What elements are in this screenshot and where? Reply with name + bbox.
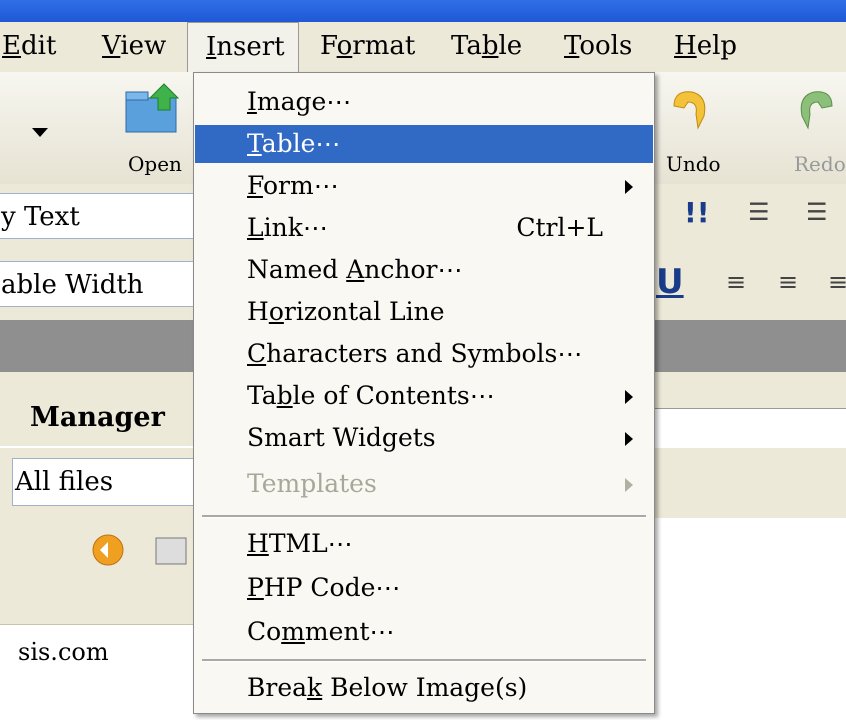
menu-item-break-below-images[interactable]: Break Below Image(s) <box>195 669 653 707</box>
chevron-down-icon[interactable] <box>32 128 48 137</box>
submenu-arrow-icon <box>625 432 633 446</box>
menu-item-table[interactable]: Table⋯ <box>195 125 653 163</box>
open-label: Open <box>128 152 182 176</box>
redo-label: Redo <box>794 152 846 176</box>
menu-item-form[interactable]: Form⋯ <box>195 167 653 205</box>
editor-ruler <box>650 408 846 452</box>
menu-separator <box>202 659 646 662</box>
undo-arrow-icon <box>673 91 706 130</box>
menu-item-smart-widgets[interactable]: Smart Widgets <box>195 419 653 457</box>
undo-label: Undo <box>666 152 721 176</box>
underline-icon[interactable]: U <box>656 262 684 302</box>
menu-item-horizontal-line[interactable]: Horizontal Line <box>195 293 653 331</box>
menu-item-named-anchor[interactable]: Named Anchor⋯ <box>195 251 653 289</box>
menu-item-php-code[interactable]: PHP Code⋯ <box>195 569 653 607</box>
submenu-arrow-icon <box>625 478 633 492</box>
menu-tools[interactable]: Tools <box>556 22 640 72</box>
open-button[interactable]: Open <box>112 76 194 182</box>
file-manager-title: Manager <box>0 390 200 446</box>
submenu-arrow-icon <box>625 180 633 194</box>
menu-item-table-of-contents[interactable]: Table of Contents⋯ <box>195 377 653 415</box>
refresh-icon[interactable] <box>88 530 128 570</box>
menu-item-image[interactable]: Image⋯ <box>195 83 653 121</box>
align-center-icon[interactable]: ≡ <box>778 268 798 296</box>
redo-button[interactable]: Redo <box>770 76 846 182</box>
table-width-select[interactable]: able Width <box>0 261 198 307</box>
new-folder-icon[interactable] <box>152 530 192 570</box>
menu-table[interactable]: Table <box>443 22 530 72</box>
menu-item-link[interactable]: Link⋯ Ctrl+L <box>195 209 653 247</box>
link-shortcut: Ctrl+L <box>516 213 603 242</box>
menu-view[interactable]: View <box>94 22 174 72</box>
bullet-list-icon[interactable]: ☰ <box>806 198 828 226</box>
align-left-icon[interactable]: ≡ <box>726 268 746 296</box>
numbered-list-icon[interactable]: ☰ <box>748 198 770 226</box>
menu-help[interactable]: Help <box>666 22 745 72</box>
menu-item-templates: Templates <box>195 465 653 503</box>
menu-item-comment[interactable]: Comment⋯ <box>195 613 653 651</box>
menu-item-characters-symbols[interactable]: Characters and Symbols⋯ <box>195 335 653 373</box>
file-filter-select[interactable]: All files <box>12 458 200 506</box>
site-name: sis.com <box>18 638 109 666</box>
menu-separator <box>202 515 646 518</box>
undo-button[interactable]: Undo <box>656 76 736 182</box>
menu-item-html[interactable]: HTML⋯ <box>195 525 653 563</box>
redo-arrow-icon <box>800 91 833 130</box>
file-manager-toolbar <box>0 518 200 580</box>
insert-menu-dropdown: Image⋯ Table⋯ Form⋯ Link⋯ Ctrl+L Named An… <box>193 72 655 714</box>
important-icon[interactable]: !! <box>684 196 710 229</box>
menu-edit[interactable]: Edit <box>0 22 64 72</box>
menu-insert[interactable]: Insert <box>187 22 299 72</box>
menu-bar: Edit View Insert Format Table Tools Help <box>0 22 846 72</box>
open-folder-icon <box>125 83 180 133</box>
window-title-bar <box>0 0 846 22</box>
paragraph-style-select[interactable]: y Text <box>0 193 198 239</box>
menu-format[interactable]: Format <box>312 22 423 72</box>
align-right-icon[interactable]: ≡ <box>828 268 846 296</box>
file-manager-status <box>0 580 200 625</box>
submenu-arrow-icon <box>625 390 633 404</box>
